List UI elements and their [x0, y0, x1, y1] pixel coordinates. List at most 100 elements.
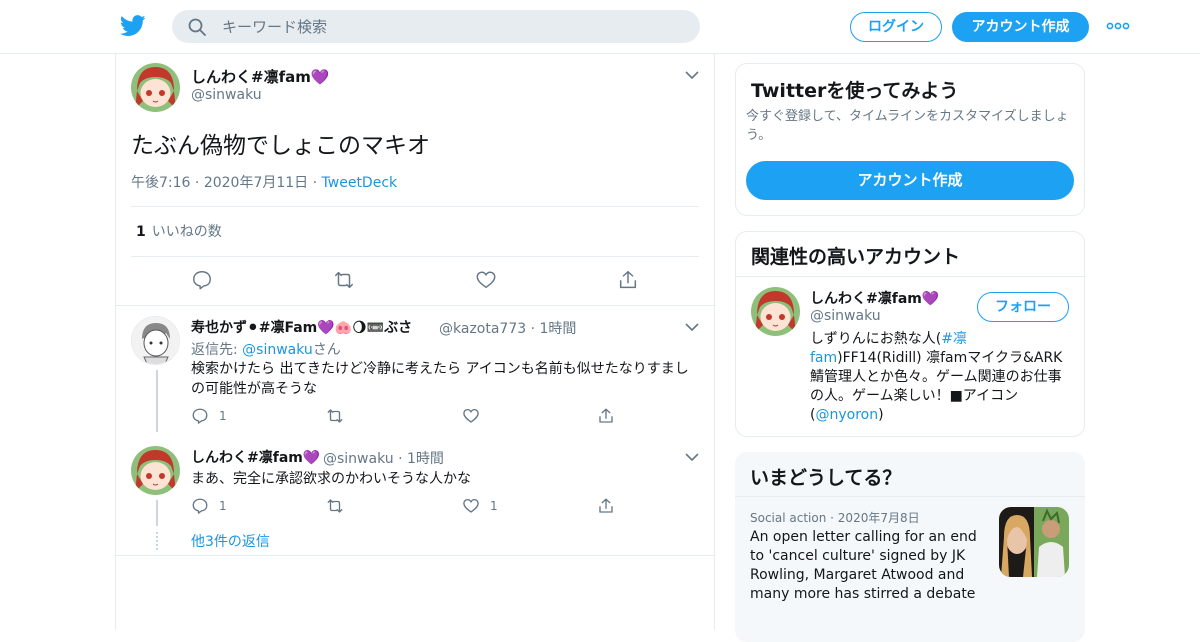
related-accounts-title: 関連性の高いアカウント	[751, 246, 961, 268]
author-handle[interactable]: @sinwaku	[323, 451, 394, 467]
reply-icon	[192, 498, 208, 514]
reply-tweet[interactable]: 寿也かず⚫#凛Fam💜🐽🌖📼ぶさ @kazota773 · 1時間 返信先: @…	[116, 306, 716, 436]
trends-title: いまどうしてる？	[750, 467, 902, 489]
chevron-down-icon[interactable]	[684, 70, 700, 80]
trends-card: いまどうしてる？ Social action · 2020年7月8日 An op…	[735, 452, 1085, 642]
share-button[interactable]	[597, 407, 615, 427]
trend-date: 2020年7月8日	[837, 511, 920, 525]
divider	[735, 496, 1085, 497]
top-bar: ログイン アカウント作成	[0, 0, 1200, 54]
likes-label: いいねの数	[151, 224, 222, 240]
search-icon	[188, 18, 206, 36]
trend-headline[interactable]: An open letter calling for an end to 'ca…	[750, 528, 990, 604]
share-icon	[599, 408, 613, 423]
share-icon	[599, 498, 613, 513]
account-name-text: しんわく#凛fam	[810, 291, 922, 307]
tweet-source-link[interactable]: TweetDeck	[322, 175, 398, 191]
search-input[interactable]	[222, 10, 682, 43]
show-more-replies-link[interactable]: 他3件の返信	[191, 531, 270, 551]
bio-text: )	[878, 407, 884, 423]
account-bio: しずりんにお熱な人(#凛fam)FF14(Ridill) 凛famマイクラ&AR…	[810, 330, 1072, 425]
login-button[interactable]: ログイン	[850, 12, 942, 42]
divider	[736, 276, 1084, 277]
like-button[interactable]	[462, 407, 480, 427]
share-button[interactable]	[617, 269, 641, 293]
tweet-date[interactable]: 2020年7月11日	[204, 175, 308, 191]
signup-card-title: Twitterを使ってみよう	[751, 80, 959, 102]
reply-time[interactable]: 1時間	[407, 451, 444, 467]
avatar[interactable]	[131, 63, 180, 112]
retweet-button[interactable]	[326, 407, 344, 427]
likes-count: 1	[136, 224, 146, 240]
share-icon	[619, 271, 637, 289]
author-handle[interactable]: @kazota773	[439, 321, 526, 337]
reply-to-line: 返信先: @sinwakuさん	[191, 339, 341, 359]
reply-count: 1	[219, 409, 227, 423]
trend-thumbnail-image[interactable]	[999, 507, 1069, 577]
signup-card-subtitle: 今すぐ登録して、タイムラインをカスタマイズしましょう。	[746, 109, 1069, 143]
author-handle[interactable]: @sinwaku	[191, 87, 262, 103]
account-name[interactable]: しんわく#凛fam💜	[810, 288, 939, 308]
reply-to-suffix: さん	[312, 342, 341, 358]
like-button[interactable]	[475, 269, 499, 293]
main-tweet: しんわく#凛fam💜 @sinwaku たぶん偽物でしょこのマキオ 午後7:16…	[116, 54, 716, 306]
reply-button[interactable]: 1	[191, 407, 227, 427]
reply-button[interactable]	[191, 269, 215, 293]
tweet-timestamp: 午後7:16 · 2020年7月11日 · TweetDeck	[131, 175, 398, 191]
divider	[116, 555, 714, 556]
reply-text: まあ、完全に承認欲求のかわいそうな人かな	[191, 471, 471, 487]
account-handle[interactable]: @sinwaku	[810, 308, 881, 324]
reply-icon	[193, 271, 211, 290]
like-button[interactable]: 1	[462, 497, 498, 517]
chevron-down-icon[interactable]	[684, 322, 700, 332]
tweet-text: たぶん偽物でしょこのマキオ	[131, 133, 430, 159]
likes-stat[interactable]: 1 いいねの数	[136, 221, 222, 241]
create-account-button[interactable]: アカウント作成	[746, 161, 1074, 200]
mention-link[interactable]: @nyoron	[815, 407, 878, 423]
retweet-button[interactable]	[326, 497, 344, 517]
tweet-time[interactable]: 午後7:16	[131, 175, 190, 191]
thread-dotted-line	[156, 532, 158, 550]
purple-heart-icon: 💜	[310, 68, 330, 86]
thread-line	[156, 370, 158, 432]
divider	[131, 206, 699, 207]
related-accounts-card: 関連性の高いアカウント しんわく#凛fam💜 @sinwaku フォロー しずり…	[735, 231, 1085, 437]
author-name[interactable]: しんわく#凛fam💜	[191, 447, 320, 467]
avatar[interactable]	[131, 446, 180, 495]
retweet-icon	[327, 409, 343, 423]
author-name-text: しんわく#凛fam	[191, 68, 311, 86]
reply-count: 1	[219, 499, 227, 513]
author-name[interactable]: しんわく#凛fam💜	[191, 66, 330, 87]
retweet-icon	[335, 271, 353, 289]
trend-meta: Social action · 2020年7月8日	[750, 511, 920, 525]
like-count: 1	[490, 499, 498, 513]
bio-text: しずりんにお熱な人(	[810, 331, 942, 347]
purple-heart-icon: 💜	[921, 291, 940, 307]
thread-line	[156, 500, 158, 526]
reply-text: 検索かけたら 出てきたけど冷静に考えたら アイコンも名前も似せたなりすましの可能…	[191, 361, 689, 397]
twitter-bird-icon[interactable]	[120, 14, 146, 38]
author-handle-time: @sinwaku · 1時間	[323, 451, 444, 467]
author-name[interactable]: 寿也かず⚫#凛Fam💜🐽🌖📼ぶさ	[191, 317, 412, 337]
reply-to-handle-link[interactable]: @sinwaku	[242, 342, 313, 358]
trend-category: Social action	[750, 511, 827, 525]
main-timeline: しんわく#凛fam💜 @sinwaku たぶん偽物でしょこのマキオ 午後7:16…	[115, 54, 716, 630]
heart-icon	[463, 408, 479, 423]
follow-button[interactable]: フォロー	[977, 292, 1069, 322]
share-button[interactable]	[597, 497, 615, 517]
search-box[interactable]	[172, 10, 700, 43]
avatar[interactable]	[751, 287, 800, 336]
reply-to-prefix: 返信先:	[191, 342, 243, 358]
signup-button[interactable]: アカウント作成	[952, 12, 1089, 42]
chevron-down-icon[interactable]	[684, 452, 700, 462]
reply-icon	[192, 408, 208, 424]
heart-icon	[476, 271, 496, 289]
more-options-icon[interactable]	[1106, 18, 1130, 34]
reply-time[interactable]: 1時間	[540, 321, 577, 337]
avatar[interactable]	[131, 316, 180, 365]
retweet-button[interactable]	[333, 269, 357, 293]
reply-button[interactable]: 1	[191, 497, 227, 517]
author-handle-time: @kazota773 · 1時間	[439, 321, 577, 337]
retweet-icon	[327, 499, 343, 513]
signup-card: Twitterを使ってみよう 今すぐ登録して、タイムラインをカスタマイズしましょ…	[735, 63, 1085, 216]
